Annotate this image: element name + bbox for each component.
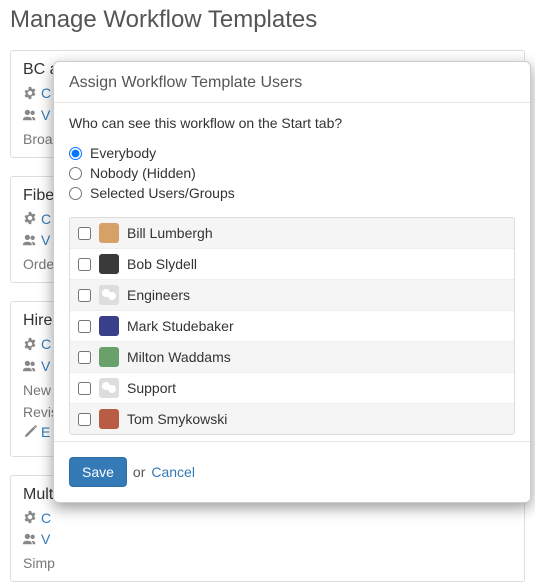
people-icon	[23, 108, 37, 125]
avatar	[99, 223, 119, 243]
visibility-link[interactable]: V	[41, 358, 50, 374]
gear-icon	[23, 211, 37, 228]
radio-everybody-input[interactable]	[69, 147, 82, 160]
user-checkbox[interactable]	[78, 382, 91, 395]
visibility-link[interactable]: V	[41, 531, 50, 547]
gear-icon	[23, 337, 37, 354]
avatar	[99, 285, 119, 305]
configure-link[interactable]: C	[41, 510, 51, 526]
user-name: Bill Lumbergh	[127, 225, 213, 241]
radio-nobody[interactable]: Nobody (Hidden)	[69, 163, 515, 183]
people-icon	[23, 359, 37, 376]
user-checkbox[interactable]	[78, 258, 91, 271]
visibility-link[interactable]: V	[41, 107, 50, 123]
radio-selected-input[interactable]	[69, 187, 82, 200]
page-title: Manage Workflow Templates	[10, 6, 535, 34]
user-row[interactable]: Support	[70, 373, 514, 404]
configure-link[interactable]: C	[41, 336, 51, 352]
edit-link[interactable]: E	[41, 424, 50, 440]
gear-icon	[23, 86, 37, 103]
radio-selected[interactable]: Selected Users/Groups	[69, 183, 515, 203]
or-text: or	[133, 464, 145, 480]
user-row[interactable]: Milton Waddams	[70, 342, 514, 373]
user-name: Bob Slydell	[127, 256, 197, 272]
user-name: Support	[127, 380, 176, 396]
edit-icon	[23, 425, 37, 442]
user-row[interactable]: Mark Studebaker	[70, 311, 514, 342]
user-name: Engineers	[127, 287, 190, 303]
avatar	[99, 316, 119, 336]
people-icon	[23, 532, 37, 549]
configure-link[interactable]: C	[41, 85, 51, 101]
modal-question: Who can see this workflow on the Start t…	[69, 115, 515, 131]
visibility-link[interactable]: V	[41, 232, 50, 248]
user-checkbox[interactable]	[78, 227, 91, 240]
avatar	[99, 409, 119, 429]
user-name: Tom Smykowski	[127, 411, 227, 427]
user-row[interactable]: Tom Smykowski	[70, 404, 514, 434]
cancel-link[interactable]: Cancel	[151, 464, 195, 480]
user-row[interactable]: Bob Slydell	[70, 249, 514, 280]
user-checkbox[interactable]	[78, 351, 91, 364]
configure-link[interactable]: C	[41, 211, 51, 227]
radio-nobody-input[interactable]	[69, 167, 82, 180]
save-button[interactable]: Save	[69, 457, 127, 487]
radio-everybody-label: Everybody	[90, 145, 156, 161]
assign-users-modal: Assign Workflow Template Users Who can s…	[53, 61, 531, 503]
template-desc: Simp	[23, 555, 512, 571]
radio-everybody[interactable]: Everybody	[69, 143, 515, 163]
people-icon	[23, 233, 37, 250]
radio-nobody-label: Nobody (Hidden)	[90, 165, 196, 181]
user-row[interactable]: Engineers	[70, 280, 514, 311]
modal-title: Assign Workflow Template Users	[54, 62, 530, 103]
avatar	[99, 254, 119, 274]
user-checkbox[interactable]	[78, 320, 91, 333]
user-checkbox[interactable]	[78, 413, 91, 426]
user-name: Mark Studebaker	[127, 318, 234, 334]
gear-icon	[23, 510, 37, 527]
user-checkbox[interactable]	[78, 289, 91, 302]
radio-selected-label: Selected Users/Groups	[90, 185, 235, 201]
user-name: Milton Waddams	[127, 349, 231, 365]
avatar	[99, 378, 119, 398]
user-row[interactable]: Bill Lumbergh	[70, 218, 514, 249]
avatar	[99, 347, 119, 367]
user-group-list: Bill Lumbergh Bob Slydell Engineers Mark St…	[69, 217, 515, 435]
